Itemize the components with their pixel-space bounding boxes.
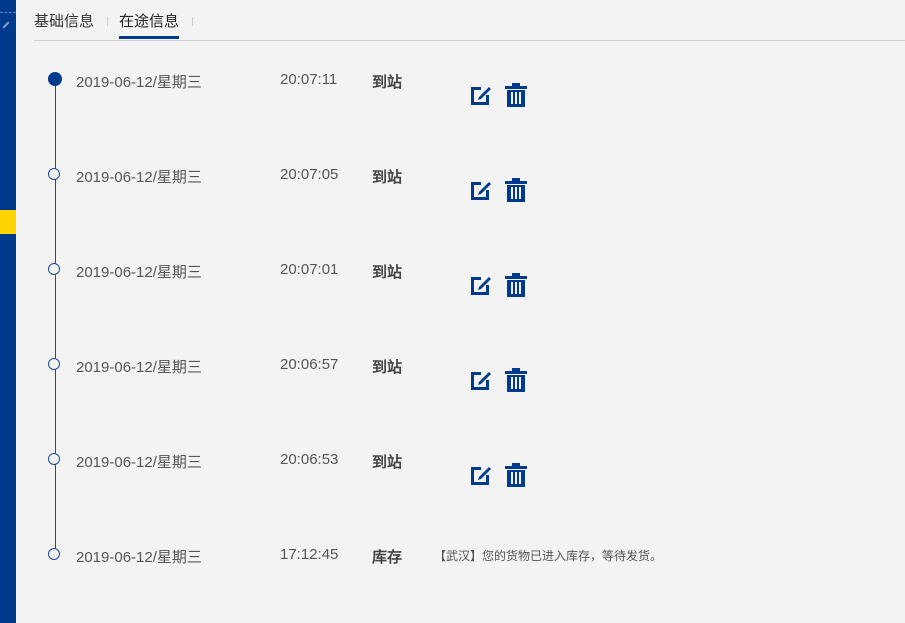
entry-status: 到站 bbox=[372, 264, 403, 281]
edit-icon[interactable] bbox=[469, 273, 493, 297]
sidebar-active-indicator bbox=[0, 210, 16, 234]
timeline-entry: 2019-06-12/星期三 17:12:45 库存 【武汉】您的货物已进入库存… bbox=[0, 546, 905, 588]
timeline-dot-active bbox=[48, 72, 62, 86]
entry-description: 【武汉】您的货物已进入库存，等待发货。 bbox=[434, 549, 663, 563]
tab-basic-info[interactable]: 基础信息 bbox=[34, 10, 94, 39]
sidebar-divider bbox=[0, 12, 16, 13]
trash-icon[interactable] bbox=[504, 178, 528, 202]
entry-status: 到站 bbox=[372, 454, 403, 471]
timeline-entry: 2019-06-12/星期三 20:07:05 到站 bbox=[0, 166, 905, 208]
timeline-entry: 2019-06-12/星期三 20:06:53 到站 bbox=[0, 451, 905, 493]
tab-bar: 基础信息 在途信息 bbox=[34, 0, 905, 41]
trash-icon[interactable] bbox=[504, 273, 528, 297]
entry-status: 到站 bbox=[372, 74, 403, 91]
entry-date: 2019-06-12/星期三 bbox=[76, 74, 202, 91]
entry-time: 20:07:11 bbox=[280, 71, 338, 88]
timeline-dot bbox=[48, 263, 60, 275]
tab-transit-info[interactable]: 在途信息 bbox=[119, 10, 180, 39]
collapse-icon[interactable] bbox=[2, 21, 10, 29]
timeline-dot bbox=[48, 548, 60, 560]
edit-icon[interactable] bbox=[469, 83, 493, 107]
entry-status: 库存 bbox=[372, 549, 403, 566]
entry-status: 到站 bbox=[372, 359, 403, 376]
timeline-dot bbox=[48, 168, 60, 180]
entry-date: 2019-06-12/星期三 bbox=[76, 169, 202, 186]
entry-date: 2019-06-12/星期三 bbox=[76, 454, 202, 471]
edit-icon[interactable] bbox=[469, 368, 493, 392]
edit-icon[interactable] bbox=[469, 178, 493, 202]
trash-icon[interactable] bbox=[504, 463, 528, 487]
entry-time: 20:06:53 bbox=[280, 451, 339, 468]
entry-date: 2019-06-12/星期三 bbox=[76, 264, 202, 281]
entry-status: 到站 bbox=[372, 169, 403, 186]
tab-separator bbox=[107, 17, 108, 26]
entry-time: 20:06:57 bbox=[280, 356, 339, 373]
edit-icon[interactable] bbox=[469, 463, 493, 487]
timeline-dot bbox=[48, 358, 60, 370]
entry-time: 17:12:45 bbox=[280, 546, 339, 563]
timeline-entry: 2019-06-12/星期三 20:07:01 到站 bbox=[0, 261, 905, 303]
trash-icon[interactable] bbox=[504, 368, 528, 392]
entry-date: 2019-06-12/星期三 bbox=[76, 359, 202, 376]
entry-date: 2019-06-12/星期三 bbox=[76, 549, 202, 566]
timeline-entry: 2019-06-12/星期三 20:07:11 到站 bbox=[0, 71, 905, 113]
trash-icon[interactable] bbox=[504, 83, 528, 107]
tab-separator bbox=[192, 17, 193, 26]
timeline-entry: 2019-06-12/星期三 20:06:57 到站 bbox=[0, 356, 905, 398]
timeline-dot bbox=[48, 453, 60, 465]
entry-time: 20:07:01 bbox=[280, 261, 339, 278]
entry-time: 20:07:05 bbox=[280, 166, 339, 183]
